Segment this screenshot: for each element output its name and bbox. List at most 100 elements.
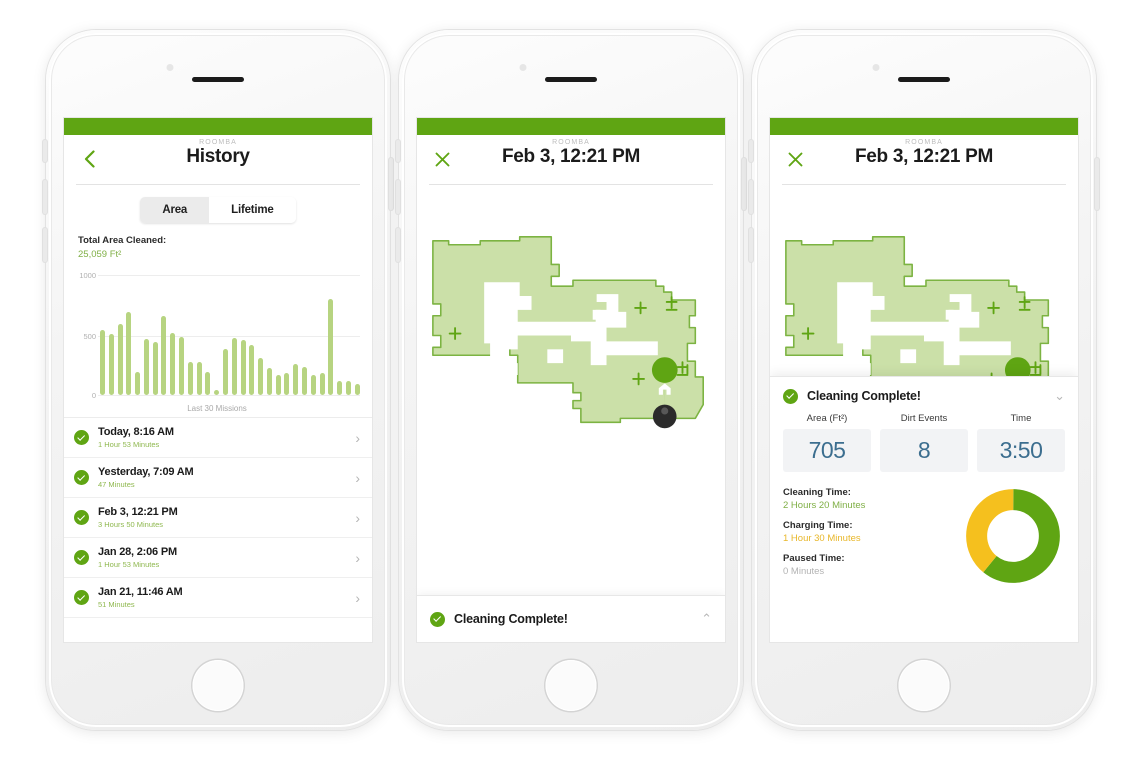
volume-down-button[interactable] — [749, 228, 753, 262]
bar — [354, 383, 360, 395]
mission-summary-sheet-collapsed[interactable]: Cleaning Complete! ⌃ — [417, 595, 725, 642]
home-button[interactable] — [898, 660, 950, 711]
sheet-header[interactable]: Cleaning Complete! ⌄ — [783, 377, 1065, 413]
stat-area-value: 705 — [783, 429, 871, 472]
cleaning-time-value: 2 Hours 20 Minutes — [783, 500, 866, 511]
nav-kicker: ROOMBA — [552, 139, 590, 146]
clean-map[interactable] — [417, 185, 725, 642]
chevron-right-icon[interactable]: › — [355, 471, 360, 485]
navigation-bar: ROOMBA Feb 3, 12:21 PM — [417, 135, 725, 184]
chevron-right-icon[interactable]: › — [355, 591, 360, 605]
phone-device-map: ROOMBA Feb 3, 12:21 PM Cleaning Complete… — [396, 30, 746, 730]
screen-history: ROOMBA History Area Lifetime Total Area … — [64, 118, 372, 642]
status-bar — [417, 118, 725, 135]
cleaning-time-block: Cleaning Time: 2 Hours 20 Minutes — [783, 487, 961, 511]
stat-dirt-events-label: Dirt Events — [900, 413, 948, 424]
history-row[interactable]: Jan 21, 11:46 AM 51 Minutes › — [64, 578, 372, 618]
check-circle-icon — [430, 611, 445, 627]
bar — [266, 368, 272, 395]
bar — [319, 373, 325, 395]
check-circle-icon — [74, 510, 89, 525]
silent-switch[interactable] — [396, 140, 400, 162]
stat-area-label: Area (Ft²) — [806, 413, 848, 424]
charging-time-label: Charging Time: — [783, 520, 853, 531]
check-circle-icon — [783, 388, 798, 404]
total-area-value: 25,059 Ft² — [78, 249, 122, 260]
screen-mission-summary: ROOMBA Feb 3, 12:21 PM Cleaning Complete… — [770, 118, 1078, 642]
total-area-section: Total Area Cleaned: 25,059 Ft² — [64, 233, 372, 260]
silent-switch[interactable] — [43, 140, 47, 162]
page-title: Feb 3, 12:21 PM — [501, 146, 641, 167]
tab-area[interactable]: Area — [140, 197, 210, 223]
chevron-right-icon[interactable]: › — [355, 551, 360, 565]
sheet-title: Cleaning Complete! — [454, 612, 568, 626]
status-bar — [770, 118, 1078, 135]
home-button[interactable] — [545, 660, 597, 711]
home-button[interactable] — [192, 660, 244, 711]
history-row[interactable]: Today, 8:16 AM 1 Hour 53 Minutes › — [64, 418, 372, 458]
paused-time-value: 0 Minutes — [783, 566, 825, 577]
history-row[interactable]: Feb 3, 12:21 PM 3 Hours 50 Minutes › — [64, 498, 372, 538]
stat-area: Area (Ft²) 705 — [783, 413, 871, 472]
stat-time: Time 3:50 — [977, 413, 1065, 472]
gridline-0 — [98, 395, 360, 396]
bar — [126, 312, 132, 395]
volume-up-button[interactable] — [396, 180, 400, 214]
bar — [222, 348, 228, 395]
stat-time-label: Time — [1010, 413, 1032, 424]
bar — [249, 344, 255, 395]
robot-icon — [652, 404, 677, 429]
volume-up-button[interactable] — [749, 180, 753, 214]
volume-up-button[interactable] — [43, 180, 47, 214]
y-tick-1000: 1000 — [79, 271, 96, 280]
chevron-right-icon[interactable]: › — [355, 511, 360, 525]
page-title: Feb 3, 12:21 PM — [854, 146, 994, 167]
bar — [143, 338, 149, 395]
power-button[interactable] — [1095, 158, 1099, 210]
tab-lifetime[interactable]: Lifetime — [209, 197, 296, 223]
history-row[interactable]: Jan 28, 2:06 PM 1 Hour 53 Minutes › — [64, 538, 372, 578]
summary-stats: Area (Ft²) 705 Dirt Events 8 Time 3:50 — [783, 413, 1065, 472]
chevron-down-icon[interactable]: ⌄ — [1054, 388, 1065, 404]
bar — [170, 332, 176, 395]
navigation-bar: ROOMBA History — [64, 135, 372, 184]
volume-down-button[interactable] — [396, 228, 400, 262]
screenshot-stage: ROOMBA History Area Lifetime Total Area … — [0, 0, 1140, 757]
chevron-right-icon[interactable]: › — [355, 431, 360, 445]
history-row-duration: 1 Hour 53 Minutes — [98, 560, 160, 569]
bar — [337, 381, 343, 395]
mission-summary-sheet-expanded: Cleaning Complete! ⌄ Area (Ft²) 705 Dirt… — [770, 376, 1078, 642]
phone-device-summary: ROOMBA Feb 3, 12:21 PM Cleaning Complete… — [749, 30, 1099, 730]
missions-bar-chart: 1000 500 0 Last 30 Missions — [72, 267, 362, 417]
time-breakdown: Cleaning Time: 2 Hours 20 Minutes Chargi… — [783, 485, 1065, 586]
bar — [108, 334, 114, 395]
power-button[interactable] — [389, 158, 393, 210]
history-row-title: Yesterday, 7:09 AM — [98, 466, 194, 478]
volume-down-button[interactable] — [43, 228, 47, 262]
navigation-bar: ROOMBA Feb 3, 12:21 PM — [770, 135, 1078, 184]
check-circle-icon — [74, 590, 89, 605]
nav-kicker: ROOMBA — [199, 139, 237, 146]
history-row-duration: 51 Minutes — [98, 600, 135, 609]
earpiece-speaker — [898, 77, 950, 82]
history-row-duration: 1 Hour 53 Minutes — [98, 440, 160, 449]
y-tick-500: 500 — [83, 332, 96, 341]
check-circle-icon — [74, 470, 89, 485]
power-button[interactable] — [742, 158, 746, 210]
history-row[interactable]: Yesterday, 7:09 AM 47 Minutes › — [64, 458, 372, 498]
charging-time-value: 1 Hour 30 Minutes — [783, 533, 861, 544]
history-row-text: Jan 28, 2:06 PM 1 Hour 53 Minutes — [98, 546, 355, 569]
history-row-text: Today, 8:16 AM 1 Hour 53 Minutes — [98, 426, 355, 449]
history-list: Today, 8:16 AM 1 Hour 53 Minutes › Yesterda… — [64, 417, 372, 618]
history-row-title: Jan 28, 2:06 PM — [98, 546, 177, 558]
front-camera — [872, 64, 880, 71]
chevron-up-icon[interactable]: ⌃ — [701, 611, 712, 627]
history-row-duration: 47 Minutes — [98, 480, 135, 489]
stat-dirt-events-value: 8 — [880, 429, 968, 472]
status-bar — [64, 118, 372, 135]
silent-switch[interactable] — [749, 140, 753, 162]
earpiece-speaker — [192, 77, 244, 82]
paused-time-label: Paused Time: — [783, 553, 845, 564]
time-donut-chart — [961, 485, 1065, 586]
bar — [231, 338, 237, 395]
